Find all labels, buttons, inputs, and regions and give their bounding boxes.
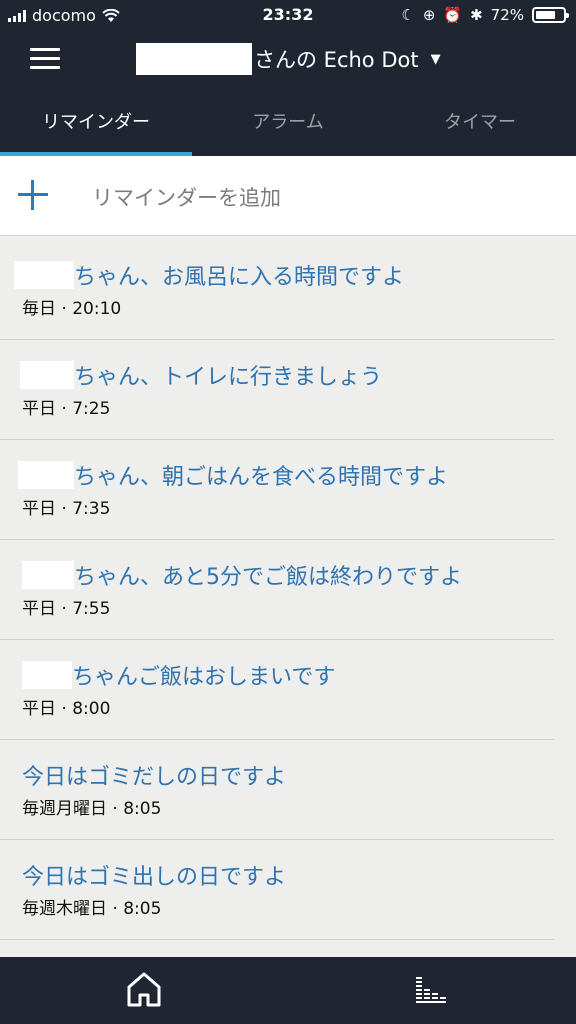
tab-reminders[interactable]: リマインダー [0, 88, 192, 156]
reminder-item[interactable]: 今日はゴミ出しの日ですよ 毎週木曜日 · 8:05 [0, 840, 554, 940]
reminder-text: ちゃんご飯はおしまいです [72, 665, 336, 690]
add-reminder-label: リマインダーを追加 [92, 186, 281, 210]
reminder-schedule: 平日 · 7:25 [22, 399, 111, 419]
app-header: さんの Echo Dot ▼ [0, 32, 576, 88]
status-bar: docomo 23:32 ☾ ⊕ ⏰ ✱ 72% [0, 0, 576, 32]
reminder-schedule: 毎週月曜日 · 8:05 [22, 799, 162, 819]
equalizer-bars-icon[interactable] [414, 973, 448, 1005]
reminder-list: ちゃん、お風呂に入る時間ですよ 毎日 · 20:10 ちゃん、トイレに行きましょ… [0, 240, 576, 940]
tab-timers[interactable]: タイマー [384, 88, 576, 156]
reminder-text: ちゃん、トイレに行きましょう [74, 365, 383, 390]
device-selector[interactable]: さんの Echo Dot ▼ [136, 42, 441, 76]
reminder-text: 今日はゴミだしの日ですよ [22, 765, 287, 790]
redacted-name [18, 461, 74, 489]
hamburger-icon[interactable] [30, 48, 60, 70]
caret-down-icon: ▼ [430, 51, 441, 67]
bottom-nav [0, 957, 576, 1024]
redacted-name [22, 561, 74, 589]
alarm-clock-icon: ⏰ [443, 6, 463, 24]
reminder-schedule: 平日 · 7:55 [22, 599, 111, 619]
home-icon[interactable] [126, 971, 162, 1009]
add-reminder-button[interactable]: リマインダーを追加 [0, 156, 576, 236]
plus-icon [18, 180, 48, 210]
redacted-name [20, 361, 74, 389]
app-header-background: docomo 23:32 ☾ ⊕ ⏰ ✱ 72% さんの Echo Dot ▼ [0, 0, 576, 156]
reminder-item[interactable]: ちゃん、あと5分でご飯は終わりですよ 平日 · 7:55 [0, 540, 554, 640]
reminder-text: ちゃん、あと5分でご飯は終わりですよ [74, 565, 462, 590]
redacted-name [22, 661, 72, 689]
reminder-text: 今日はゴミ出しの日ですよ [22, 865, 287, 890]
reminder-schedule: 平日 · 7:35 [22, 499, 111, 519]
reminder-schedule: 毎日 · 20:10 [22, 299, 122, 319]
reminder-item[interactable]: ちゃん、お風呂に入る時間ですよ 毎日 · 20:10 [0, 240, 554, 340]
reminder-text: ちゃん、朝ごはんを食べる時間ですよ [74, 465, 449, 490]
reminder-schedule: 毎週木曜日 · 8:05 [22, 899, 162, 919]
bluetooth-icon: ✱ [470, 6, 483, 24]
redacted-name [14, 261, 74, 289]
device-title: さんの Echo Dot [254, 48, 419, 72]
reminder-item[interactable]: ちゃんご飯はおしまいです 平日 · 8:00 [0, 640, 554, 740]
reminder-item[interactable]: 今日はゴミだしの日ですよ 毎週月曜日 · 8:05 [0, 740, 554, 840]
battery-icon [532, 7, 569, 23]
reminder-item[interactable]: ちゃん、トイレに行きましょう 平日 · 7:25 [0, 340, 554, 440]
battery-fill [536, 11, 555, 19]
reminder-schedule: 平日 · 8:00 [22, 699, 111, 719]
tab-alarms[interactable]: アラーム [192, 88, 384, 156]
moon-icon: ☾ [401, 6, 415, 24]
tab-bar: リマインダー アラーム タイマー [0, 88, 576, 156]
reminder-item[interactable]: ちゃん、朝ごはんを食べる時間ですよ 平日 · 7:35 [0, 440, 554, 540]
reminder-text: ちゃん、お風呂に入る時間ですよ [74, 265, 405, 290]
orientation-lock-icon: ⊕ [422, 6, 436, 24]
redacted-username [136, 43, 252, 75]
battery-percent: 72% [490, 6, 524, 24]
